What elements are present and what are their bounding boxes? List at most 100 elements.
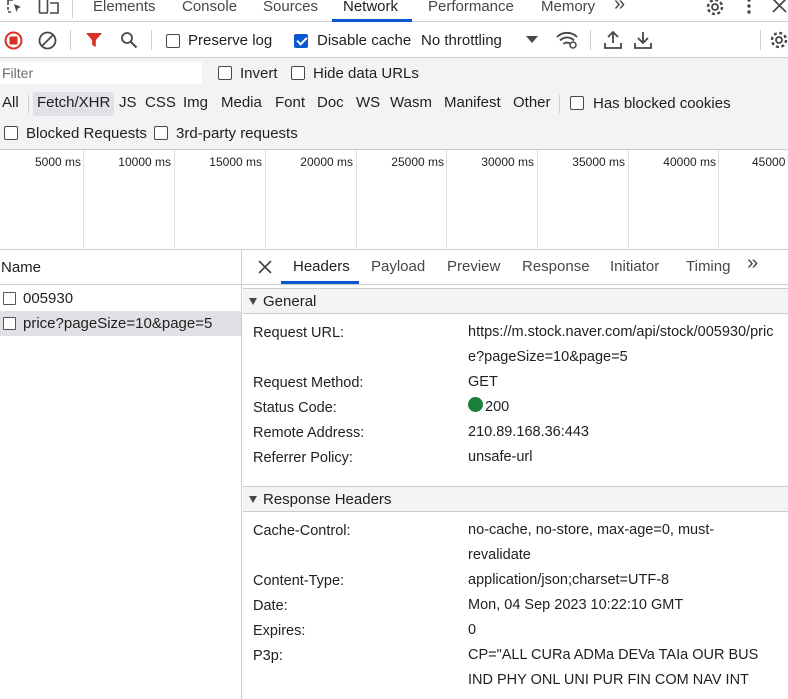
- request-row-selected[interactable]: price?pageSize=10&page=5: [0, 311, 241, 336]
- header-value: https://m.stock.naver.com/api/stock/0059…: [468, 324, 774, 365]
- filter-icon[interactable]: [85, 31, 103, 49]
- status-ok-icon: [468, 397, 483, 412]
- tab-preview[interactable]: Preview: [447, 258, 500, 275]
- network-toolbar: Preserve log Disable cache No throttling: [0, 22, 788, 58]
- throttling-select[interactable]: No throttling: [421, 32, 502, 49]
- network-settings-icon[interactable]: [769, 30, 788, 50]
- expand-triangle-icon: [249, 496, 257, 503]
- devtools-tabbar: Elements Console Sources Network Perform…: [0, 0, 788, 22]
- filter-input[interactable]: [0, 62, 202, 84]
- request-row[interactable]: 005930: [0, 286, 241, 311]
- timeline-tick: 20000 ms: [300, 155, 353, 169]
- tab-console[interactable]: Console: [182, 0, 237, 20]
- network-conditions-icon[interactable]: [556, 31, 578, 49]
- header-key: Request URL:: [253, 325, 345, 341]
- type-filter-img[interactable]: Img: [183, 92, 208, 116]
- type-filter-fetch-xhr[interactable]: Fetch/XHR: [33, 92, 115, 116]
- tab-headers[interactable]: Headers: [293, 258, 350, 275]
- export-har-icon[interactable]: [634, 30, 652, 49]
- type-filter-css[interactable]: CSS: [145, 92, 176, 116]
- device-toolbar-icon[interactable]: [38, 0, 60, 16]
- type-filter-other[interactable]: Other: [513, 92, 551, 116]
- header-value: application/json;charset=UTF-8: [468, 572, 670, 588]
- settings-icon[interactable]: [705, 0, 725, 17]
- invert-checkbox[interactable]: [218, 66, 232, 80]
- general-section-header[interactable]: General: [243, 288, 788, 314]
- disable-cache-label: Disable cache: [317, 32, 412, 49]
- header-value: Mon, 04 Sep 2023 10:22:10 GMT: [468, 597, 684, 613]
- tab-sources[interactable]: Sources: [263, 0, 318, 20]
- header-key: Expires:: [253, 623, 306, 639]
- header-value: GET: [468, 374, 498, 390]
- timeline-overview[interactable]: 5000 ms 10000 ms 15000 ms 20000 ms 25000…: [0, 150, 788, 250]
- third-party-requests-checkbox[interactable]: [154, 126, 168, 140]
- document-icon: [3, 317, 16, 330]
- header-key: Date:: [253, 598, 288, 614]
- inspect-element-icon[interactable]: [6, 0, 24, 16]
- type-filter-manifest[interactable]: Manifest: [444, 92, 501, 116]
- preserve-log-checkbox[interactable]: [166, 34, 180, 48]
- timeline-tick: 5000 ms: [34, 155, 81, 169]
- hide-data-urls-label: Hide data URLs: [313, 65, 419, 82]
- more-details-tabs-icon[interactable]: »: [747, 252, 758, 275]
- document-icon: [3, 292, 16, 305]
- blocked-requests-label: Blocked Requests: [26, 125, 147, 142]
- disable-cache-checkbox[interactable]: [294, 34, 308, 48]
- tab-payload[interactable]: Payload: [371, 258, 425, 275]
- close-devtools-icon[interactable]: [771, 0, 787, 14]
- invert-label: Invert: [240, 65, 278, 82]
- header-key: Request Method:: [253, 375, 364, 391]
- type-filter-media[interactable]: Media: [221, 92, 262, 116]
- record-stop-icon[interactable]: [4, 31, 23, 50]
- more-options-icon[interactable]: [745, 0, 753, 16]
- tab-network[interactable]: Network: [343, 0, 398, 20]
- header-value: 0: [468, 622, 477, 638]
- name-column-header[interactable]: Name: [0, 250, 241, 285]
- import-har-icon[interactable]: [604, 30, 622, 49]
- more-tabs-icon[interactable]: »: [614, 0, 625, 17]
- response-headers-section-header[interactable]: Response Headers: [243, 486, 788, 512]
- tab-performance[interactable]: Performance: [428, 0, 514, 20]
- header-key: Content-Type:: [253, 573, 345, 589]
- general-section-title: General: [263, 293, 317, 310]
- tab-timing[interactable]: Timing: [686, 258, 730, 275]
- timeline-tick: 45000: [752, 155, 786, 169]
- hide-data-urls-checkbox[interactable]: [291, 66, 305, 80]
- header-key: Status Code:: [253, 400, 337, 416]
- timeline-tick: 10000 ms: [118, 155, 171, 169]
- type-filter-doc[interactable]: Doc: [317, 92, 344, 116]
- has-blocked-cookies-label: Has blocked cookies: [593, 95, 731, 112]
- timeline-tick: 25000 ms: [391, 155, 444, 169]
- timeline-tick: 35000 ms: [572, 155, 625, 169]
- header-value: unsafe-url: [468, 449, 533, 465]
- type-filter-ws[interactable]: WS: [356, 92, 380, 116]
- type-filter-wasm[interactable]: Wasm: [390, 92, 432, 116]
- expand-triangle-icon: [249, 298, 257, 305]
- request-name: 005930: [23, 290, 74, 307]
- status-code-value: 200: [468, 395, 786, 420]
- header-value: CP="ALL CURa ADMa DEVa TAIa OUR BUS IND …: [468, 647, 759, 688]
- active-details-tab-indicator: [281, 281, 359, 284]
- type-filter-all[interactable]: All: [2, 92, 19, 116]
- tab-response[interactable]: Response: [522, 258, 590, 275]
- clear-icon[interactable]: [38, 31, 57, 50]
- timeline-tick: 40000 ms: [663, 155, 716, 169]
- header-value: 210.89.168.36:443: [468, 424, 589, 440]
- close-details-icon[interactable]: [258, 260, 272, 274]
- tab-memory[interactable]: Memory: [541, 0, 595, 20]
- chevron-down-icon[interactable]: [526, 36, 538, 44]
- header-value: no-cache, no-store, max-age=0, must-reva…: [468, 522, 715, 563]
- type-filter-font[interactable]: Font: [275, 92, 305, 116]
- has-blocked-cookies-checkbox[interactable]: [570, 96, 584, 110]
- request-list: Name 005930 price?pageSize=10&page=5: [0, 250, 242, 699]
- preserve-log-label: Preserve log: [188, 32, 273, 49]
- type-filter-js[interactable]: JS: [119, 92, 137, 116]
- search-icon[interactable]: [120, 31, 138, 49]
- header-key: Remote Address:: [253, 425, 365, 441]
- tab-elements[interactable]: Elements: [93, 0, 156, 20]
- timeline-tick: 15000 ms: [209, 155, 262, 169]
- blocked-requests-checkbox[interactable]: [4, 126, 18, 140]
- details-tabbar: Headers Payload Preview Response Initiat…: [243, 250, 788, 285]
- header-key: P3p:: [253, 648, 283, 664]
- tab-initiator[interactable]: Initiator: [610, 258, 659, 275]
